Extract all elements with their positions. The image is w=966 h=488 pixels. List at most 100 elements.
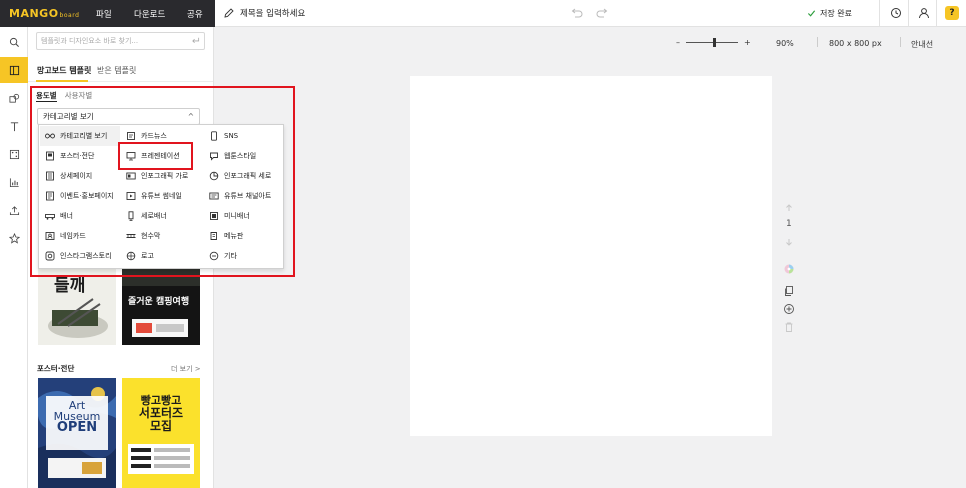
template-thumb-camping[interactable]: 즐거운 캠핑여행 xyxy=(122,264,200,345)
section-title-poster: 포스터·전단 xyxy=(37,364,75,373)
menu-download[interactable]: 다운로드 xyxy=(134,8,165,20)
template-thumb-supporters[interactable]: 빵고빵고 서포터즈 모집 xyxy=(122,378,200,488)
delete-page-icon[interactable] xyxy=(783,321,795,333)
check-icon xyxy=(807,10,816,17)
rail-template[interactable] xyxy=(0,57,28,83)
detail-page-icon xyxy=(46,171,54,181)
cat-youtube-channel-art[interactable]: 유튜브 채널아트 xyxy=(204,186,284,206)
cat-webtoon[interactable]: 웹툰스타일 xyxy=(204,146,284,166)
template-icon xyxy=(9,65,19,75)
pencil-icon xyxy=(224,8,234,18)
cat-youtube-thumbnail[interactable]: 유튜브 썸네일 xyxy=(121,186,203,206)
enter-icon[interactable] xyxy=(191,36,200,45)
page-down-icon[interactable] xyxy=(783,236,795,248)
zoom-out-button[interactable]: – xyxy=(676,38,680,47)
cat-placard[interactable]: 현수막 xyxy=(121,226,203,246)
title-input[interactable]: 제목을 입력하세요 xyxy=(240,7,305,19)
presentation-icon xyxy=(126,152,136,161)
mangoboard-editor: MANGOboard 파일 다운로드 공유 제목을 입력하세요 저장 완료 ? xyxy=(0,0,966,488)
rail-background[interactable] xyxy=(0,141,28,167)
subtab-by-user[interactable]: 사용자별 xyxy=(65,90,93,102)
chevron-up-icon: ^ xyxy=(187,112,194,121)
category-select[interactable]: 카테고리별 보기 ^ xyxy=(37,108,200,125)
mangoboard-logo[interactable]: MANGOboard xyxy=(9,7,79,20)
menu-file[interactable]: 파일 xyxy=(96,8,112,20)
cat-presentation[interactable]: 프레젠테이션 xyxy=(121,146,203,166)
thumb-line: OPEN xyxy=(56,420,98,435)
cardnews-icon xyxy=(127,132,135,140)
cat-namecard[interactable]: 네임카드 xyxy=(40,226,120,246)
canvas-size[interactable]: 800 x 800 px xyxy=(829,39,882,48)
template-thumb-perilla[interactable]: 들깨 xyxy=(38,264,116,345)
placard-icon xyxy=(126,234,136,238)
mini-banner-icon xyxy=(210,212,218,220)
add-page-icon[interactable] xyxy=(783,303,795,315)
toolbar-divider xyxy=(936,0,937,27)
menu-share[interactable]: 공유 xyxy=(187,8,203,20)
cat-cardnews[interactable]: 카드뉴스 xyxy=(121,126,203,146)
template-thumb-art-museum[interactable]: Art Museum OPEN xyxy=(38,378,116,488)
subtab-by-usage[interactable]: 용도별 xyxy=(36,90,57,102)
text-icon xyxy=(10,121,18,131)
help-icon[interactable]: ? xyxy=(945,6,959,20)
zoom-slider[interactable] xyxy=(686,37,738,47)
redo-icon[interactable] xyxy=(596,6,610,20)
infinity-icon xyxy=(45,133,55,139)
sub-tabs: 용도별 사용자별 xyxy=(36,90,92,102)
rail-favorites[interactable] xyxy=(0,225,28,251)
upload-icon xyxy=(9,205,19,215)
color-palette-icon[interactable] xyxy=(783,263,795,275)
tab-received-templates[interactable]: 받은 템플릿 xyxy=(97,65,136,76)
rail-search[interactable] xyxy=(0,29,28,55)
poster-icon xyxy=(46,151,54,161)
cat-infographic-vertical[interactable]: 인포그래픽 세로 xyxy=(204,166,284,186)
rail-elements[interactable] xyxy=(0,85,28,111)
history-icon[interactable] xyxy=(889,6,903,20)
cat-mini-banner[interactable]: 미니배너 xyxy=(204,206,284,226)
search-icon xyxy=(9,37,19,47)
save-status: 저장 완료 xyxy=(807,8,852,19)
cat-instagram-story[interactable]: 인스타그램스토리 xyxy=(40,246,120,266)
zoom-in-button[interactable]: + xyxy=(744,38,751,47)
panel-tabs: 망고보드 템플릿 받은 템플릿 xyxy=(28,56,213,82)
tab-active-indicator xyxy=(36,80,88,82)
thumb-title: 들깨 xyxy=(54,276,86,296)
zoom-slider-handle[interactable] xyxy=(712,37,716,47)
copy-page-icon[interactable] xyxy=(783,285,795,297)
tab-mango-templates[interactable]: 망고보드 템플릿 xyxy=(37,65,91,76)
more-icon xyxy=(209,251,219,261)
cat-logo[interactable]: 로고 xyxy=(121,246,203,266)
title-area[interactable]: 제목을 입력하세요 xyxy=(224,7,305,19)
event-page-icon xyxy=(46,191,54,201)
undo-icon[interactable] xyxy=(569,6,583,20)
cat-all[interactable]: 카테고리별 보기 xyxy=(40,126,120,146)
user-icon[interactable] xyxy=(917,6,931,20)
guide-toggle[interactable]: 안내선 xyxy=(911,39,933,50)
cat-etc[interactable]: 기타 xyxy=(204,246,284,266)
canvas-artboard[interactable] xyxy=(410,76,772,436)
rail-text[interactable] xyxy=(0,113,28,139)
rail-upload[interactable] xyxy=(0,197,28,223)
cat-infographic-horizontal[interactable]: 인포그래픽 가로 xyxy=(121,166,203,186)
pie-chart-icon xyxy=(209,171,219,181)
cat-vertical-banner[interactable]: 세로배너 xyxy=(121,206,203,226)
banner-icon xyxy=(45,214,55,220)
background-icon xyxy=(9,149,19,159)
tool-rail xyxy=(0,27,28,488)
page-up-icon[interactable] xyxy=(783,202,795,214)
more-link[interactable]: 더 보기 > xyxy=(171,364,201,374)
cat-event-page[interactable]: 이벤트·홍보페이지 xyxy=(40,186,120,206)
cat-detail-page[interactable]: 상세페이지 xyxy=(40,166,120,186)
cat-menu-board[interactable]: 메뉴판 xyxy=(204,226,284,246)
zoom-level[interactable]: 90% xyxy=(776,39,794,48)
cat-banner[interactable]: 배너 xyxy=(40,206,120,226)
thumb-line: 모집 xyxy=(149,419,173,433)
cat-sns[interactable]: SNS xyxy=(204,126,284,146)
thumb-title: 즐거운 캠핑여행 xyxy=(128,297,190,307)
cat-poster[interactable]: 포스터·전단 xyxy=(40,146,120,166)
template-search-input[interactable]: 템플릿과 디자인요소 바로 찾기... xyxy=(36,32,205,50)
vertical-banner-icon xyxy=(128,211,134,221)
rail-chart[interactable] xyxy=(0,169,28,195)
divider xyxy=(817,37,818,47)
zoom-control: – + xyxy=(676,36,751,48)
